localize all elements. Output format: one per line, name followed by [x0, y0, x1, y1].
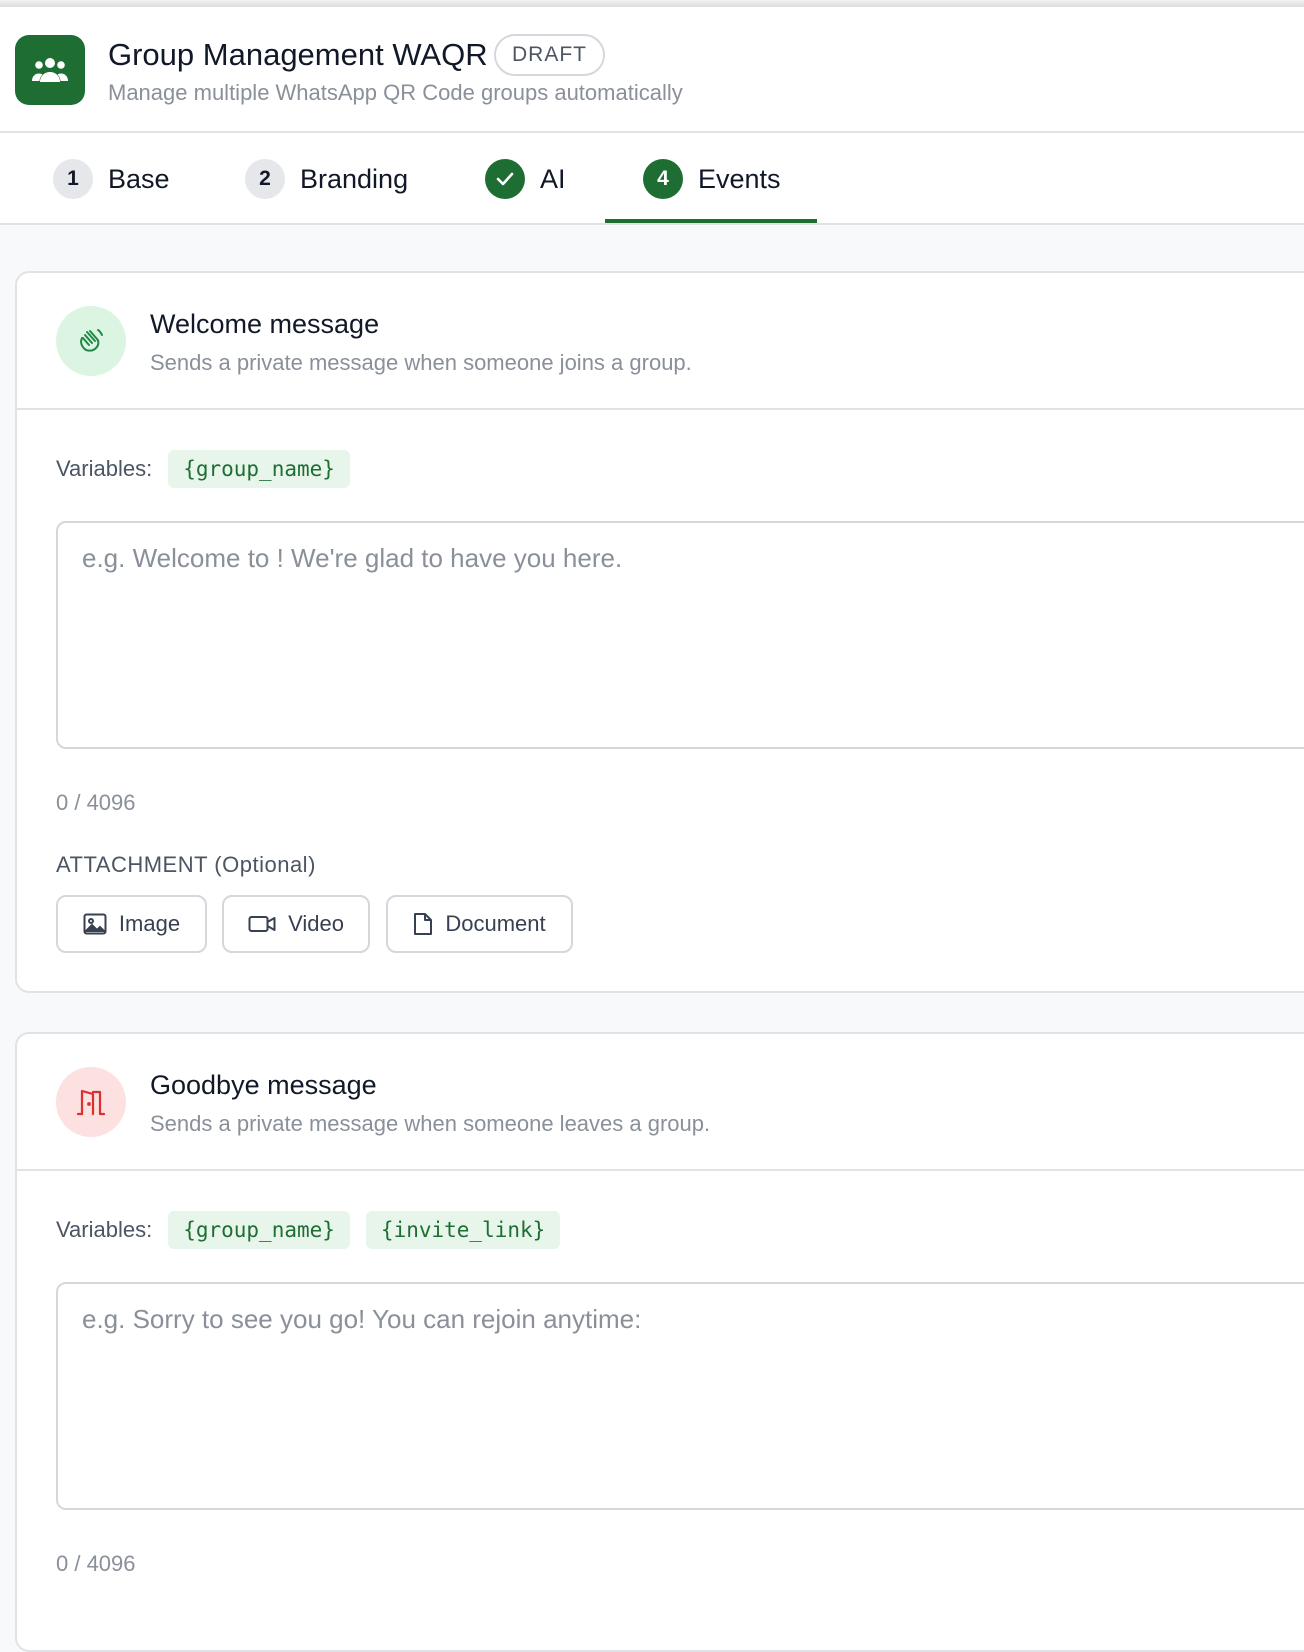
card-header: Welcome message Sends a private message …: [17, 273, 1304, 410]
card-description: Sends a private message when someone lea…: [150, 1111, 711, 1136]
active-tab-indicator: [605, 219, 817, 223]
card-title: Goodbye message: [150, 1070, 377, 1100]
image-attachment-button[interactable]: Image: [56, 895, 207, 953]
document-icon: [414, 913, 433, 935]
step-number: 2: [245, 159, 285, 199]
step-number: 4: [643, 159, 683, 199]
page-subtitle: Manage multiple WhatsApp QR Code groups …: [108, 80, 683, 105]
tab-branding[interactable]: 2 Branding: [245, 133, 408, 225]
button-label: Document: [445, 911, 546, 936]
variables-row: Variables: {group_name} {invite_link}: [56, 1211, 576, 1249]
video-icon: [248, 916, 276, 932]
variables-label: Variables:: [56, 456, 153, 481]
tab-label: Branding: [300, 163, 409, 194]
welcome-message-input[interactable]: [56, 521, 1304, 749]
variables-row: Variables: {group_name}: [56, 450, 366, 488]
variable-chip[interactable]: {invite_link}: [365, 1211, 561, 1249]
video-attachment-button[interactable]: Video: [222, 895, 370, 953]
attachment-title: ATTACHMENT: [56, 852, 208, 877]
character-count: 0 / 4096: [56, 790, 136, 815]
window-top-edge: [0, 0, 1304, 7]
variable-chip[interactable]: {group_name}: [168, 450, 350, 488]
users-icon: [15, 35, 85, 105]
page-header: Group Management WAQR DRAFT Manage multi…: [0, 7, 1304, 133]
document-attachment-button[interactable]: Document: [386, 895, 573, 953]
waving-hand-icon: [56, 306, 126, 376]
button-label: Image: [118, 911, 181, 936]
tab-base[interactable]: 1 Base: [53, 133, 170, 225]
card-description: Sends a private message when someone joi…: [150, 350, 692, 375]
welcome-message-card: Welcome message Sends a private message …: [15, 271, 1304, 993]
tab-events[interactable]: 4 Events: [643, 133, 781, 225]
variables-label: Variables:: [56, 1217, 153, 1242]
goodbye-message-card: Goodbye message Sends a private message …: [15, 1032, 1304, 1652]
status-badge: DRAFT: [494, 34, 605, 76]
tab-label: AI: [540, 163, 566, 194]
card-title: Welcome message: [150, 309, 380, 339]
attachment-optional: (Optional): [214, 852, 316, 877]
attachment-label: ATTACHMENT (Optional): [56, 852, 316, 878]
variable-chip[interactable]: {group_name}: [168, 1211, 350, 1249]
card-header: Goodbye message Sends a private message …: [17, 1034, 1304, 1171]
image-icon: [83, 913, 107, 935]
character-count: 0 / 4096: [56, 1551, 136, 1576]
goodbye-message-input[interactable]: [56, 1282, 1304, 1510]
tab-ai[interactable]: AI: [485, 133, 566, 225]
step-tabs: 1 Base 2 Branding AI 4 Events: [0, 133, 1304, 225]
step-number: 1: [53, 159, 93, 199]
page-title: Group Management WAQR: [108, 37, 488, 72]
door-exit-icon: [56, 1067, 126, 1137]
check-icon: [485, 159, 525, 199]
tab-label: Events: [698, 163, 781, 194]
button-label: Video: [288, 911, 344, 936]
tab-label: Base: [108, 163, 170, 194]
